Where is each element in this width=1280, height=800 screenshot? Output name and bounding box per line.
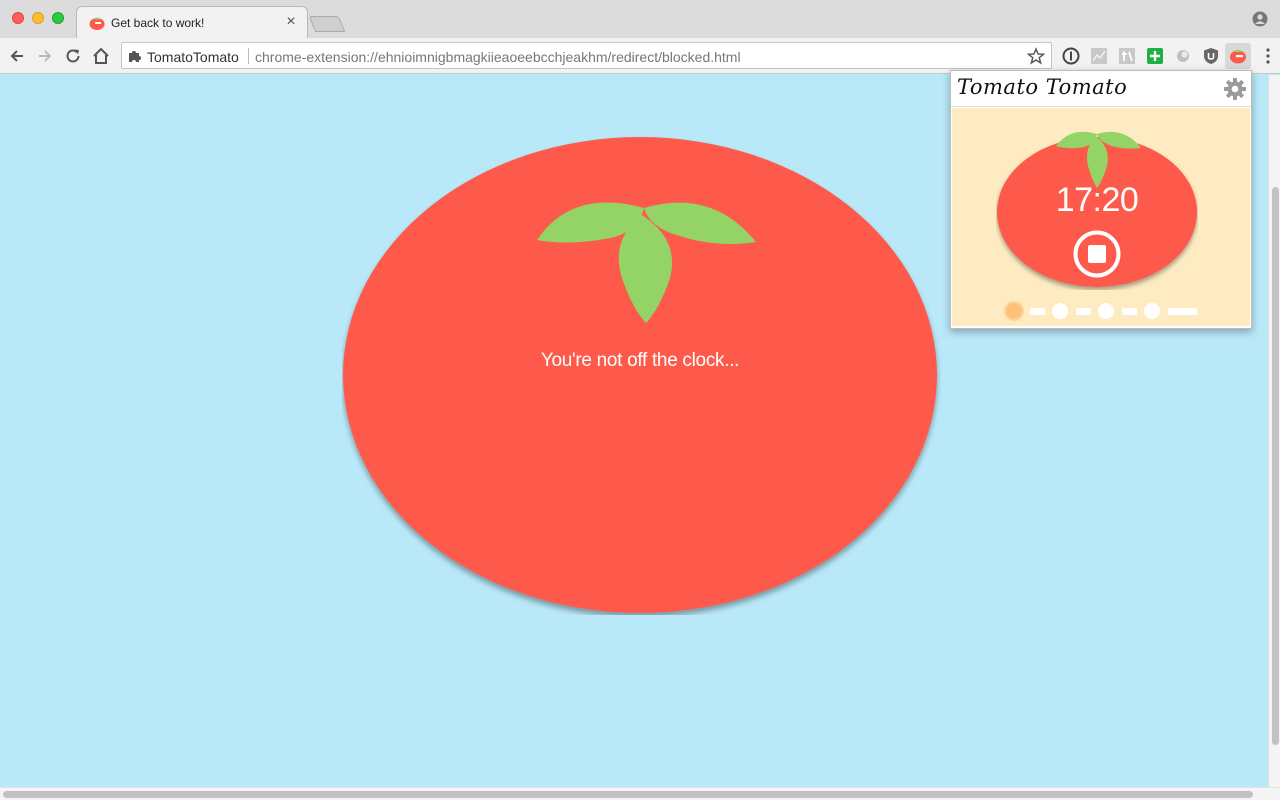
tab-title: Get back to work!: [111, 16, 205, 30]
close-tab-icon[interactable]: ×: [283, 13, 299, 31]
translate-extension-icon[interactable]: [1117, 46, 1137, 66]
horizontal-scrollbar[interactable]: [0, 787, 1280, 800]
long-break-dash: [1168, 308, 1197, 315]
home-icon[interactable]: [90, 45, 112, 67]
chart-extension-icon[interactable]: [1089, 46, 1109, 66]
tab-strip: Get back to work! ×: [0, 0, 1280, 38]
blocked-message: You're not off the clock...: [540, 350, 740, 371]
vertical-scroll-thumb[interactable]: [1272, 187, 1279, 745]
vertical-scrollbar[interactable]: [1268, 75, 1280, 787]
forward-icon[interactable]: [34, 45, 56, 67]
bookmark-star-icon[interactable]: [1027, 47, 1045, 65]
session-dot: [1098, 303, 1114, 319]
address-bar[interactable]: TomatoTomato chrome-extension://ehnioimn…: [121, 42, 1052, 69]
session-dot-current: [1006, 303, 1022, 319]
browser-tab[interactable]: Get back to work! ×: [76, 6, 308, 38]
browser-toolbar: TomatoTomato chrome-extension://ehnioimn…: [0, 38, 1280, 74]
popup-title: Tomato Tomato: [957, 75, 1128, 99]
browser-menu-icon[interactable]: [1266, 48, 1270, 64]
break-dash: [1076, 308, 1091, 315]
extension-popup: Tomato Tomato 17:20: [950, 70, 1252, 329]
minimize-window-button[interactable]: [32, 12, 44, 24]
puzzle-piece-icon: [129, 51, 141, 62]
omnibox-separator: [248, 48, 249, 64]
url-text[interactable]: chrome-extension://ehnioimnigbmagkiieaoe…: [255, 49, 741, 65]
session-dot: [1052, 303, 1068, 319]
stop-timer-button[interactable]: [1073, 230, 1121, 278]
ublock-icon[interactable]: [1201, 46, 1221, 66]
1password-icon[interactable]: [1061, 46, 1081, 66]
extension-name: TomatoTomato: [147, 49, 239, 65]
plus-extension-icon[interactable]: [1145, 46, 1165, 66]
popup-header: Tomato Tomato: [951, 71, 1251, 107]
tomato-favicon-icon: [89, 17, 105, 30]
horizontal-scroll-thumb[interactable]: [3, 791, 1253, 798]
session-dot: [1144, 303, 1160, 319]
profile-icon[interactable]: [1252, 11, 1268, 27]
break-dash: [1122, 308, 1137, 315]
gear-icon[interactable]: [1223, 77, 1247, 101]
close-window-button[interactable]: [12, 12, 24, 24]
session-progress: [1006, 302, 1206, 320]
circle-extension-icon[interactable]: [1173, 46, 1193, 66]
back-icon[interactable]: [6, 45, 28, 67]
new-tab-button[interactable]: [308, 16, 346, 32]
tomato-extension-icon[interactable]: [1228, 46, 1248, 66]
timer-display: 17:20: [1055, 181, 1139, 219]
popup-body: 17:20: [952, 108, 1250, 326]
reload-icon[interactable]: [62, 45, 84, 67]
break-dash: [1030, 308, 1045, 315]
maximize-window-button[interactable]: [52, 12, 64, 24]
